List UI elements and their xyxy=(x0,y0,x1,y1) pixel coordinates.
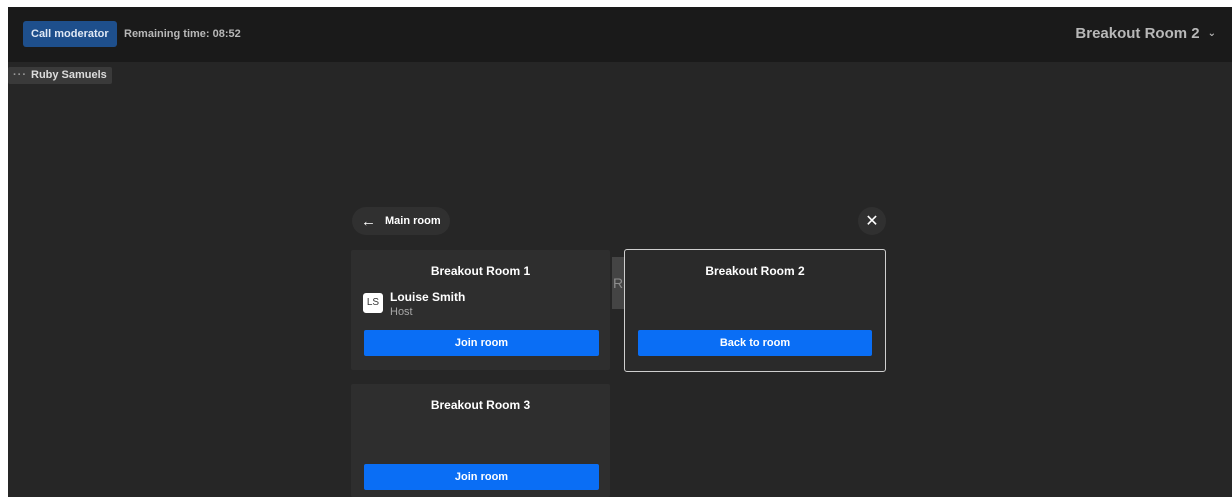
room-title: Breakout Room 1 xyxy=(430,264,531,278)
participant-row: LS Louise Smith Host xyxy=(363,290,465,319)
participant-role: Host xyxy=(390,306,413,318)
arrow-left-icon: ← xyxy=(361,212,376,230)
main-room-label: Main room xyxy=(385,215,441,227)
join-room-button[interactable]: Join room xyxy=(364,330,599,356)
more-dots-icon[interactable]: ··· xyxy=(13,67,27,84)
current-room-label: Breakout Room 2 xyxy=(1075,25,1200,42)
meeting-app: Call moderator Remaining time: 08:52 Bre… xyxy=(8,7,1232,497)
room-title: Breakout Room 2 xyxy=(705,264,805,278)
main-room-back-button[interactable]: ← Main room xyxy=(352,207,450,235)
close-icon: ✕ xyxy=(865,213,879,230)
top-bar: Call moderator Remaining time: 08:52 Bre… xyxy=(8,7,1232,62)
chevron-down-icon: ⌄ xyxy=(1207,28,1216,39)
remaining-time: Remaining time: 08:52 xyxy=(124,28,241,40)
close-button[interactable]: ✕ xyxy=(858,207,886,235)
room-card-3: Breakout Room 3 Join room xyxy=(351,384,610,497)
call-moderator-button[interactable]: Call moderator xyxy=(23,21,117,47)
participant-name: Ruby Samuels xyxy=(31,69,107,81)
back-to-room-button[interactable]: Back to room xyxy=(638,330,872,356)
join-room-button[interactable]: Join room xyxy=(364,464,599,490)
room-title: Breakout Room 3 xyxy=(430,398,531,412)
avatar: LS xyxy=(363,293,383,313)
breakout-panel-header: ← Main room ✕ xyxy=(352,207,886,235)
participant-name-tag[interactable]: ··· Ruby Samuels xyxy=(8,67,112,84)
room-selector[interactable]: Breakout Room 2 ⌄ xyxy=(1075,21,1216,47)
room-card-2: Breakout Room 2 Back to room xyxy=(624,249,886,372)
participant-info: Louise Smith Host xyxy=(390,290,465,319)
participant-name: Louise Smith xyxy=(390,290,466,304)
room-card-1: Breakout Room 1 LS Louise Smith Host Joi… xyxy=(351,250,610,370)
